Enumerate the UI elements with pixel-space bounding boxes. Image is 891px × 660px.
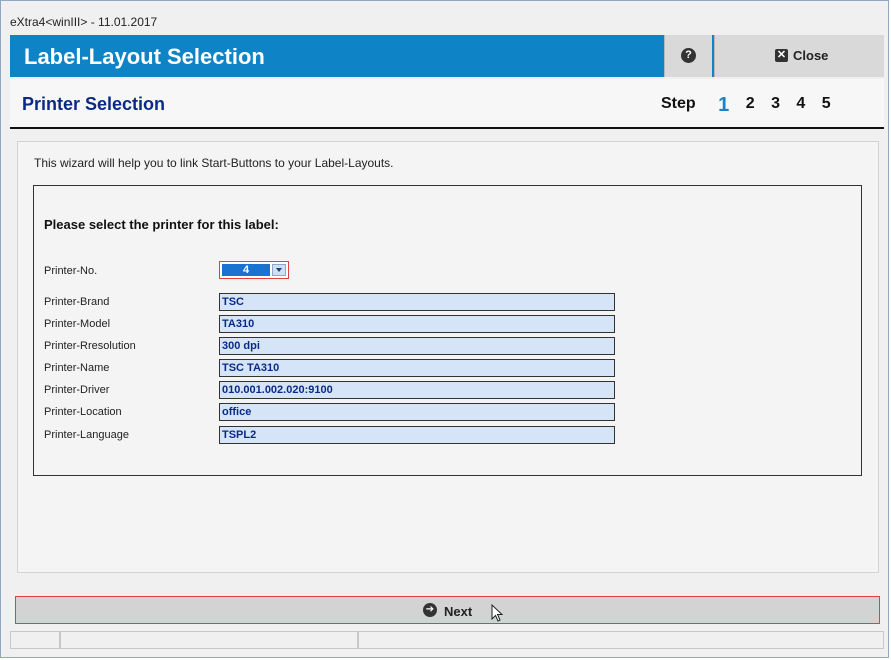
step-2: 2	[745, 95, 755, 112]
printer-name-field[interactable]: TSC TA310	[219, 359, 615, 377]
printer-driver-label: Printer-Driver	[44, 384, 110, 396]
step-4: 4	[796, 95, 806, 112]
header-bar: Label-Layout Selection ? ✕ Close	[10, 35, 884, 77]
next-button[interactable]: ➔ Next	[15, 596, 880, 624]
wizard-step-header: Printer Selection Step 1 2 3 4 5	[10, 79, 884, 129]
printer-prompt: Please select the printer for this label…	[44, 217, 279, 232]
intro-text: This wizard will help you to link Start-…	[34, 156, 394, 170]
help-button[interactable]: ?	[664, 35, 712, 77]
step-indicator: Step 1 2 3 4 5	[661, 91, 843, 116]
status-panel-2	[60, 631, 358, 649]
close-button[interactable]: ✕ Close	[714, 35, 884, 77]
printer-location-field[interactable]: office	[219, 403, 615, 421]
printer-location-label: Printer-Location	[44, 406, 122, 418]
printer-no-value: 4	[222, 264, 270, 276]
step-label: Step	[661, 95, 696, 112]
question-circle-icon: ?	[681, 48, 696, 63]
printer-language-label: Printer-Language	[44, 429, 130, 441]
close-x-icon: ✕	[775, 49, 788, 62]
printer-brand-field[interactable]: TSC	[219, 293, 615, 311]
printer-no-select[interactable]: 4	[219, 261, 289, 279]
page-title: Label-Layout Selection	[24, 44, 265, 69]
step-3: 3	[771, 95, 780, 112]
mouse-cursor-icon	[491, 604, 504, 622]
printer-resolution-label: Printer-Rresolution	[44, 340, 136, 352]
status-panel-3	[358, 631, 884, 649]
printer-language-field[interactable]: TSPL2	[219, 426, 615, 444]
status-panel-1	[10, 631, 60, 649]
next-button-label: Next	[444, 604, 473, 619]
printer-resolution-field[interactable]: 300 dpi	[219, 337, 615, 355]
close-button-label: Close	[793, 48, 829, 63]
printer-no-label: Printer-No.	[44, 265, 98, 277]
step-title: Printer Selection	[22, 94, 166, 114]
window-title: eXtra4<winIII> - 11.01.2017	[10, 15, 158, 29]
step-5: 5	[821, 95, 831, 112]
wizard-content: This wizard will help you to link Start-…	[17, 141, 879, 573]
status-bar	[10, 631, 884, 649]
printer-model-label: Printer-Model	[44, 318, 111, 330]
printer-model-field[interactable]: TA310	[219, 315, 615, 333]
chevron-down-icon[interactable]	[272, 264, 286, 276]
printer-groupbox: Please select the printer for this label…	[33, 185, 862, 476]
arrow-right-circle-icon: ➔	[423, 603, 437, 617]
title-bar: eXtra4<winIII> - 11.01.2017	[1, 1, 888, 33]
printer-driver-field[interactable]: 010.001.002.020:9100	[219, 381, 615, 399]
printer-brand-label: Printer-Brand	[44, 296, 110, 308]
printer-name-label: Printer-Name	[44, 362, 110, 374]
app-window: eXtra4<winIII> - 11.01.2017 Label-Layout…	[0, 0, 889, 658]
step-1: 1	[718, 94, 730, 116]
